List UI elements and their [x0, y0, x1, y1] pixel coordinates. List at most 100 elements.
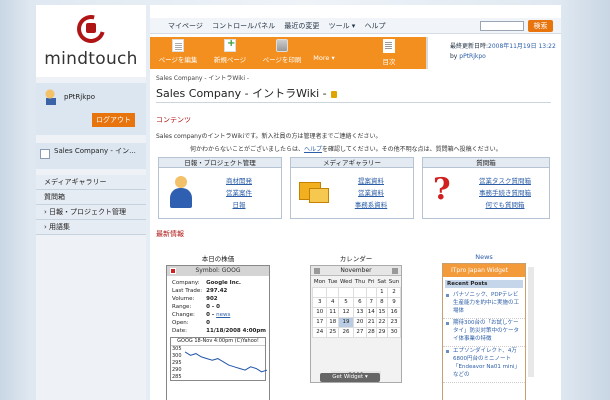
calendar-day[interactable] [326, 286, 340, 298]
calendar-day[interactable]: 8 [375, 296, 388, 308]
calendar-day[interactable] [338, 286, 354, 298]
calendar-day[interactable]: 16 [386, 306, 402, 318]
calendar-day[interactable]: 24 [311, 326, 328, 338]
print-page-button[interactable]: ページを印刷 [258, 39, 306, 64]
calendar-day[interactable]: 23 [386, 316, 402, 328]
close-icon[interactable] [170, 268, 176, 274]
calendar-day[interactable]: 5 [338, 296, 354, 308]
link-admin-materials[interactable]: 事務系資料 [341, 199, 401, 211]
calendar-day[interactable] [352, 286, 367, 298]
news-item[interactable]: パナソニック、PDPテレビ生産能力を約中に実施の工場体 [443, 291, 525, 319]
divider [156, 102, 551, 103]
link-product-dev[interactable]: 商材開発 [209, 175, 269, 187]
calendar-day[interactable]: 28 [365, 326, 377, 338]
current-page-box: Sales Company - イン... [36, 143, 146, 169]
sidebar: mindtouch pPtRjkpo ログアウト Sales Company -… [36, 5, 146, 400]
search-button[interactable]: 検索 [528, 20, 553, 32]
calendar-day[interactable]: 13 [352, 306, 367, 318]
calendar-month: November [311, 266, 401, 276]
card-media-gallery: メディアギャラリー 提案資料 営業資料 事務系資料 [290, 157, 414, 219]
edit-page-icon [172, 39, 184, 52]
calendar-day[interactable] [311, 286, 328, 298]
calendar-day[interactable]: 9 [386, 296, 402, 308]
link-sales-task-q[interactable]: 営業タスク質問箱 [465, 175, 545, 187]
nav-my-page[interactable]: マイページ [168, 22, 203, 30]
calendar-day[interactable]: 3 [311, 296, 328, 308]
link-admin-q[interactable]: 事務手続き質問箱 [465, 187, 545, 199]
calendar-day[interactable]: 25 [326, 326, 340, 338]
logout-button[interactable]: ログアウト [92, 113, 135, 127]
last-modified-by[interactable]: pPtRjkpo [459, 53, 486, 60]
last-modified-date[interactable]: 2008年11月19日 13:22 [488, 43, 556, 50]
lock-icon[interactable] [330, 90, 337, 98]
sidebar-item-media-gallery[interactable]: メディアギャラリー [36, 175, 146, 190]
weekday-label: Fri [367, 279, 375, 286]
folder-icon [299, 178, 329, 204]
new-page-icon [224, 38, 236, 52]
calendar-day[interactable]: 18 [326, 316, 340, 328]
calendar-day[interactable]: 26 [338, 326, 354, 338]
calendar-day[interactable]: 10 [311, 306, 328, 318]
calendar-day[interactable]: 22 [375, 316, 388, 328]
edit-page-button[interactable]: ページを編集 [154, 39, 202, 64]
calendar-day[interactable]: 6 [352, 296, 367, 308]
new-page-button[interactable]: 新規ページ [206, 38, 254, 64]
person-icon [169, 176, 193, 208]
mindtouch-logo[interactable]: mindtouch [36, 5, 146, 77]
sidebar-item-daily-report[interactable]: › 日報・プロジェクト管理 [36, 205, 146, 220]
sidebar-item-glossary[interactable]: › 用語集 [36, 220, 146, 235]
sidebar-nav: メディアギャラリー 質問箱 › 日報・プロジェクト管理 › 用語集 [36, 175, 146, 235]
top-nav: マイページ コントロールパネル 最近の変更 ツール ▾ ヘルプ 検索 [150, 18, 561, 34]
nav-control-panel[interactable]: コントロールパネル [212, 22, 275, 30]
nav-help[interactable]: ヘルプ [365, 22, 386, 30]
calendar-day[interactable]: 12 [338, 306, 354, 318]
calendar-day[interactable]: 19 [338, 316, 354, 328]
more-button[interactable]: More ▾ [300, 54, 348, 62]
get-widget-button[interactable]: Get Widget ▾ [320, 373, 380, 382]
link-sales-materials[interactable]: 営業資料 [341, 187, 401, 199]
nav-recent-changes[interactable]: 最近の変更 [284, 22, 319, 30]
toc-button[interactable]: 目次 [364, 39, 414, 66]
news-item[interactable]: エプソンダイレクト、4万6800円台のミニノート「Endeavor Na01 m… [443, 347, 525, 383]
question-mark-icon: ? [433, 172, 451, 207]
calendar-day[interactable]: 29 [375, 326, 388, 338]
logo-wordmark: mindtouch [44, 49, 138, 69]
link-anything-q[interactable]: 何でも質問箱 [465, 199, 545, 211]
calendar-day[interactable]: 20 [352, 316, 367, 328]
link-sales-cases[interactable]: 営業案件 [209, 187, 269, 199]
calendar-day[interactable]: 15 [375, 306, 388, 318]
calendar-day[interactable] [365, 286, 377, 298]
calendar-day[interactable]: 7 [365, 296, 377, 308]
stock-title: 本日の株価 [201, 255, 235, 263]
calendar-day[interactable]: 27 [352, 326, 367, 338]
calendar-day[interactable]: 4 [326, 296, 340, 308]
news-scrollbar[interactable] [528, 267, 534, 377]
next-month-icon[interactable] [392, 268, 398, 274]
user-name[interactable]: pPtRjkpo [64, 93, 95, 101]
nav-tools[interactable]: ツール ▾ [329, 22, 356, 30]
help-link[interactable]: ヘルプ [304, 146, 322, 153]
calendar-day[interactable]: 11 [326, 306, 340, 318]
link-proposals[interactable]: 提案資料 [341, 175, 401, 187]
news-link[interactable]: news [216, 312, 230, 318]
calendar-day[interactable]: 14 [365, 306, 377, 318]
stock-table: Company: Google Inc. Last Trade: 297.42 Vo… [172, 280, 267, 334]
news-item[interactable]: 期待300台の「お試しケータイ」防災対策中のケータイ体事業の特徴 [443, 319, 525, 347]
news-widget: News ITpro Japan Widget Recent Posts パナソ… [442, 253, 534, 400]
news-title[interactable]: News [442, 253, 526, 261]
calendar-day[interactable]: 1 [375, 286, 388, 298]
calendar-day[interactable]: 30 [386, 326, 402, 338]
page-toolbar: ページを編集 新規ページ ページを印刷 More ▾ 目次 [150, 37, 428, 69]
breadcrumb[interactable]: Sales Company - イントラWiki - [156, 73, 249, 82]
logo-mark-icon [71, 9, 111, 49]
current-page-title[interactable]: Sales Company - イン... [54, 147, 142, 156]
news-widget-header: ITpro Japan Widget [443, 264, 525, 277]
calendar-day[interactable]: 17 [311, 316, 328, 328]
link-daily-report[interactable]: 日報 [209, 199, 269, 211]
calendar-day[interactable]: 2 [386, 286, 402, 298]
calendar-day[interactable]: 21 [365, 316, 377, 328]
search-input[interactable] [480, 21, 524, 31]
weekday-label: Sat [377, 279, 387, 286]
sidebar-item-questions[interactable]: 質問箱 [36, 190, 146, 205]
prev-month-icon[interactable] [314, 268, 320, 274]
